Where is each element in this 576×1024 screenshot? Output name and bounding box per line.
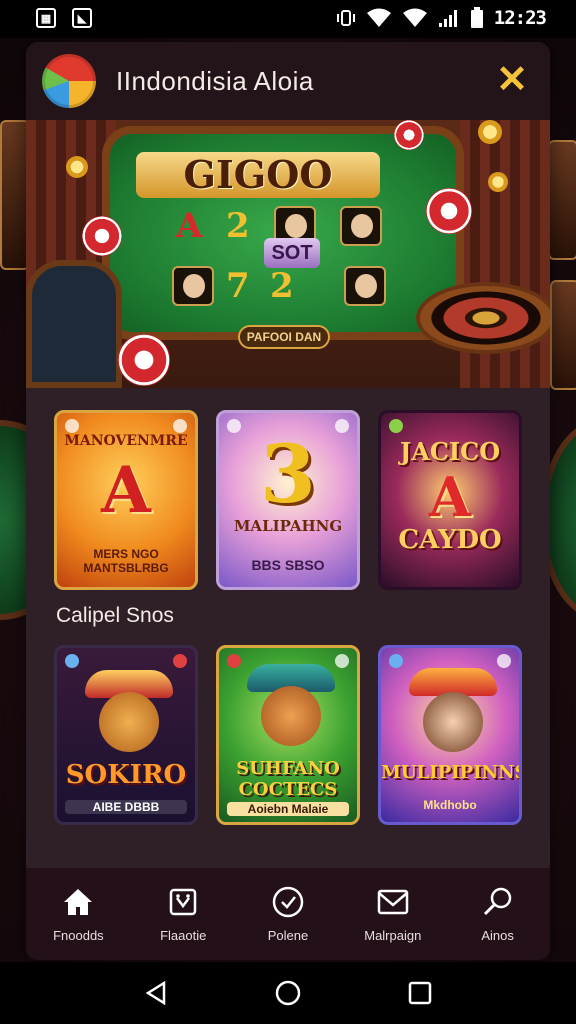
nav-label: Fnoodds <box>53 928 104 943</box>
game-subtitle: CAYDO <box>398 525 502 555</box>
app-notification-icon: ▦ <box>36 8 56 28</box>
recents-icon <box>408 981 432 1005</box>
back-button[interactable] <box>136 973 176 1013</box>
game-title: MALIPAHNG <box>233 517 343 535</box>
character-avatar <box>423 692 483 752</box>
wifi-icon <box>366 8 391 27</box>
vibrate-icon <box>336 10 355 26</box>
hero-banner[interactable]: GIGOO A 2 SOT 7 2 PAFOOI DAN <box>26 120 550 388</box>
poker-chip-icon <box>118 334 170 386</box>
hero-face-icon <box>172 266 214 306</box>
poker-chip-icon <box>394 120 424 150</box>
bottom-nav: Fnoodds Flaaotie Polene Malrpaign Ainos <box>26 868 550 960</box>
game-title: SOKIRO <box>65 760 187 790</box>
game-glyph: 3 <box>260 427 316 521</box>
nav-item-clock[interactable]: Polene <box>238 884 338 943</box>
background-slot-machine-right-2 <box>550 280 576 390</box>
game-tile[interactable]: SOKIRO AIBE DBBB <box>54 645 198 825</box>
tile-corner-icon <box>173 419 187 433</box>
poker-chip-icon <box>426 188 472 234</box>
character-avatar <box>99 692 159 752</box>
game-title: JACICO <box>399 437 501 466</box>
tile-corner-icon <box>227 654 241 668</box>
gold-coin-icon <box>66 156 88 178</box>
game-glyph: A <box>101 453 151 528</box>
game-subtitle: Aoiebn Malaie <box>227 802 349 816</box>
roulette-wheel <box>416 282 550 354</box>
close-icon: ✕ <box>496 59 528 101</box>
app-header: IIndondisia Aloia ✕ <box>26 42 550 120</box>
battery-icon <box>470 7 483 28</box>
nav-item-mail[interactable]: Malrpaign <box>343 884 443 943</box>
hero-card-a: A <box>176 206 203 246</box>
hero-pill: PAFOOI DAN <box>238 325 330 349</box>
home-circle-icon <box>275 980 301 1006</box>
status-time: 12:23 <box>493 7 547 29</box>
hero-card-2: 2 <box>226 206 250 246</box>
tile-corner-icon <box>389 419 403 433</box>
wifi-icon <box>402 8 427 27</box>
gold-coin-icon <box>478 120 502 144</box>
image-notification-icon: ◣ <box>72 8 92 28</box>
hero-logo-text: GIGOO <box>136 152 380 198</box>
hero-chair <box>26 260 122 388</box>
game-subtitle: MERS NGO MANTSBLRBG <box>83 547 169 575</box>
nav-label: Malrpaign <box>364 928 422 943</box>
game-subtitle: BBS SBSO <box>251 557 325 573</box>
background-slot-machine-right <box>548 140 576 260</box>
screen: ▦ ◣ 12:23 IIndondisia Aloia ✕ GIGOO A 2 … <box>0 0 576 1024</box>
poker-chip-icon <box>82 216 122 256</box>
hero-card-7: 7 <box>226 266 250 306</box>
game-subtitle: AIBE DBBB <box>65 800 187 814</box>
hero-card-2b: 2 <box>270 266 294 306</box>
tile-corner-icon <box>389 654 403 668</box>
nav-label: Ainos <box>481 928 514 943</box>
character-avatar <box>261 686 321 746</box>
tile-corner-icon <box>335 654 349 668</box>
signal-icon <box>438 10 457 27</box>
nav-item-home[interactable]: Fnoodds <box>28 884 128 943</box>
tile-corner-icon <box>497 654 511 668</box>
nav-label: Flaaotie <box>160 928 207 943</box>
home-button[interactable] <box>268 973 308 1013</box>
tile-corner-icon <box>173 654 187 668</box>
cards-icon <box>165 884 201 920</box>
search-icon <box>480 884 516 920</box>
nav-item-search[interactable]: Ainos <box>448 884 548 943</box>
game-tile[interactable]: MANOVENMRE A MERS NGO MANTSBLRBG <box>54 410 198 590</box>
game-tile[interactable]: MULIPIPINNS Mkdhobo <box>378 645 522 825</box>
game-title: MULIPIPINNS <box>381 762 522 783</box>
app-title: IIndondisia Aloia <box>116 66 314 96</box>
nav-item-cards[interactable]: Flaaotie <box>133 884 233 943</box>
app-logo <box>42 54 96 108</box>
hero-face-icon <box>340 206 382 246</box>
nav-label: Polene <box>267 928 309 943</box>
app-panel: IIndondisia Aloia ✕ GIGOO A 2 SOT 7 2 PA… <box>26 42 550 960</box>
home-icon <box>60 884 96 920</box>
close-button[interactable]: ✕ <box>492 60 532 100</box>
games-row-section: SOKIRO AIBE DBBB SUHFANO COCTECS Aoiebn … <box>26 645 550 825</box>
recents-button[interactable] <box>400 973 440 1013</box>
clock-icon <box>270 884 306 920</box>
game-tile[interactable]: 3 MALIPAHNG BBS SBSO <box>216 410 360 590</box>
section-title: Calipel Snos <box>56 604 174 627</box>
status-bar: ▦ ◣ 12:23 <box>0 0 576 38</box>
tile-corner-icon <box>65 419 79 433</box>
system-navigation-bar <box>0 962 576 1024</box>
game-title: MANOVENMRE <box>64 433 188 449</box>
game-tile[interactable]: JACICO A CAYDO <box>378 410 522 590</box>
hero-slot-text: SOT <box>264 238 320 268</box>
tile-corner-icon <box>65 654 79 668</box>
game-glyph: A <box>429 465 471 529</box>
game-tile[interactable]: SUHFANO COCTECS Aoiebn Malaie <box>216 645 360 825</box>
mail-icon <box>375 884 411 920</box>
hero-face-icon <box>344 266 386 306</box>
games-row-featured: MANOVENMRE A MERS NGO MANTSBLRBG 3 MALIP… <box>26 410 550 590</box>
gold-coin-icon <box>488 172 508 192</box>
game-title: SUHFANO COCTECS <box>236 758 340 800</box>
game-subtitle: Mkdhobo <box>423 798 477 812</box>
back-icon <box>145 980 166 1006</box>
